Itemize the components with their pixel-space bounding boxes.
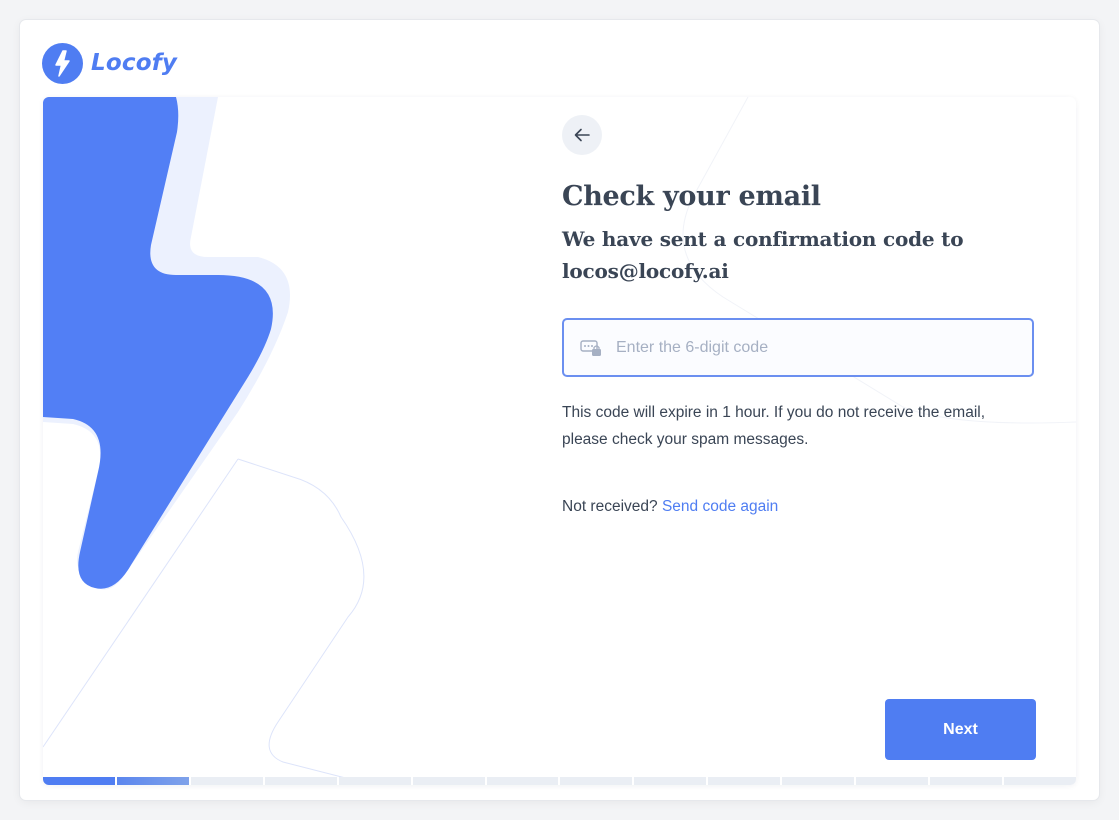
progress-bar <box>43 777 1076 785</box>
lightning-logo-icon <box>42 42 83 84</box>
progress-segment <box>560 777 633 785</box>
progress-segment <box>930 777 1002 785</box>
progress-segment <box>634 777 707 785</box>
brand-name: Locofy <box>91 50 178 76</box>
progress-segment <box>412 777 485 785</box>
verification-card: Check your email We have sent a confirma… <box>43 97 1076 785</box>
code-field[interactable] <box>562 318 1034 377</box>
progress-segment <box>190 777 263 785</box>
progress-segment <box>486 777 559 785</box>
locofy-logo: Locofy <box>42 42 177 84</box>
progress-segment <box>782 777 855 785</box>
arrow-left-icon <box>574 128 590 142</box>
page-subtitle: We have sent a confirmation code to loco… <box>562 227 964 283</box>
progress-segment <box>264 777 337 785</box>
progress-segment <box>708 777 781 785</box>
password-lock-icon <box>580 339 601 356</box>
send-code-again-link[interactable]: Send code again <box>662 498 778 515</box>
next-button[interactable]: Next <box>885 699 1036 760</box>
page-title: Check your email <box>562 181 821 212</box>
progress-segment <box>338 777 411 785</box>
progress-segment <box>1003 777 1076 785</box>
code-input[interactable] <box>614 326 1032 369</box>
resend-row: Not received? Send code again <box>562 498 778 516</box>
progress-segment <box>856 777 929 785</box>
progress-segment <box>43 777 115 785</box>
help-text: This code will expire in 1 hour. If you … <box>562 404 986 448</box>
app-window: Locofy Check your email We have sent a c… <box>20 20 1099 800</box>
resend-prompt: Not received? <box>562 498 658 515</box>
progress-segment <box>116 777 189 785</box>
back-button[interactable] <box>562 115 602 155</box>
